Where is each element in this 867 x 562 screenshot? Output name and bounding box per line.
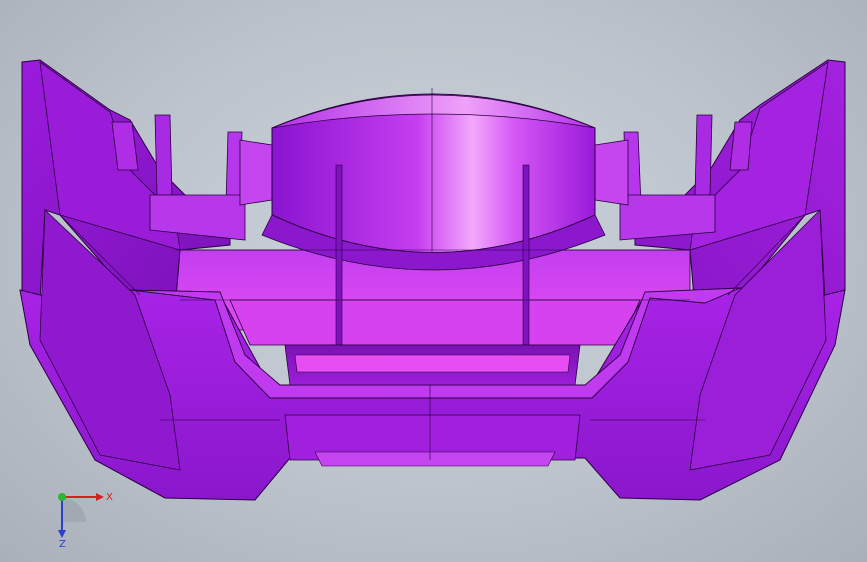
orientation-triad: X Z (58, 492, 113, 548)
left-ledge (239, 139, 273, 206)
z-arrow-icon (58, 530, 66, 538)
graphics-viewport[interactable]: X Z (0, 0, 867, 562)
right-ledge (594, 139, 629, 206)
trough-rail (294, 354, 571, 373)
chin-slot (314, 451, 556, 467)
3d-model[interactable] (0, 0, 867, 562)
right-tab-inner (694, 114, 713, 196)
x-axis-label: X (106, 492, 113, 503)
x-arrow-icon (96, 493, 104, 501)
triad-shadow (62, 498, 86, 522)
right-shelf (619, 194, 716, 241)
left-rod (335, 164, 343, 346)
z-axis-label: Z (59, 539, 66, 548)
right-rod (522, 164, 530, 346)
right-tab-outer (729, 121, 753, 171)
y-axis-dot-icon (58, 493, 66, 501)
left-tab-inner (154, 114, 173, 196)
cavity-floor (229, 299, 641, 346)
